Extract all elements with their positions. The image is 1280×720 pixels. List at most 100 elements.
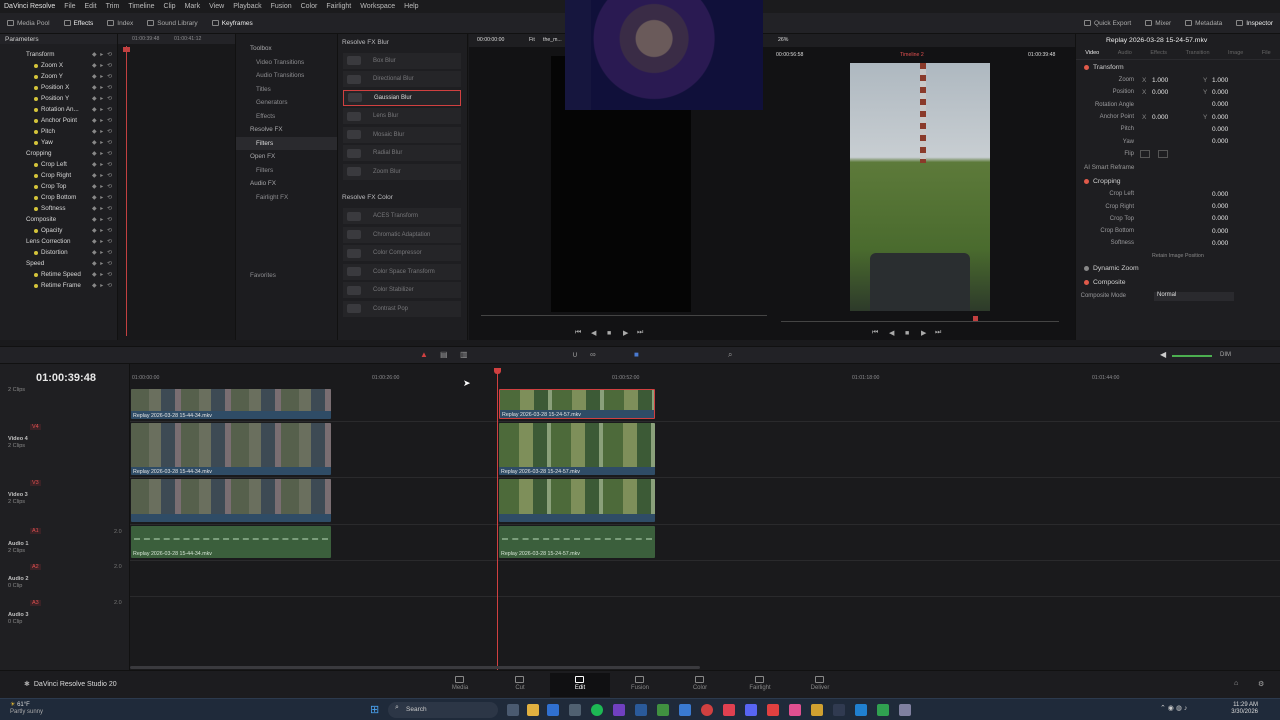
keyframe-row[interactable]: Yaw ◆ ▸ ⟲	[0, 137, 117, 148]
windows-start-icon[interactable]: ⊞	[370, 703, 379, 716]
menu-fusion[interactable]: Fusion	[271, 3, 292, 10]
mixer-button[interactable]: Mixer	[1138, 13, 1178, 34]
menu-timeline[interactable]: Timeline	[128, 3, 154, 10]
composite-mode-dropdown[interactable]: Normal	[1154, 291, 1234, 301]
taskbar-search-box[interactable]: Search	[388, 702, 498, 718]
program-scrub-bar[interactable]	[781, 321, 1059, 322]
menu-clip[interactable]: Clip	[164, 3, 176, 10]
app-icon[interactable]	[877, 704, 889, 716]
anchor-y-field[interactable]: 0.000	[1212, 114, 1228, 121]
timeline-tracks-area[interactable]: 01:00:00:00 01:00:26:00 01:00:52:00 01:0…	[130, 364, 1280, 670]
dynamic-zoom-section[interactable]: Dynamic Zoom	[1076, 262, 1280, 276]
davinci-resolve-icon[interactable]	[833, 704, 845, 716]
store-icon[interactable]	[547, 704, 559, 716]
page-fusion[interactable]: Fusion	[610, 673, 670, 697]
app-icon[interactable]	[899, 704, 911, 716]
program-first-frame-icon[interactable]: ⏮	[872, 329, 878, 337]
inspector-tab[interactable]: Image	[1228, 50, 1243, 56]
keyframe-graph-area[interactable]: 01:00:39:48 01:00:41:12	[118, 34, 236, 340]
timeline-clip[interactable]	[499, 479, 655, 522]
toolbox-item[interactable]: Audio Transitions	[236, 69, 337, 83]
discord-icon[interactable]	[745, 704, 757, 716]
source-first-frame-icon[interactable]: ⏮	[575, 329, 581, 337]
app-icon[interactable]	[657, 704, 669, 716]
timeline-clip[interactable]: Replay 2026-03-28 15-44-34.mkv	[131, 389, 331, 419]
app-icon[interactable]	[569, 704, 581, 716]
program-play-icon[interactable]: ▶	[921, 329, 926, 337]
keyframe-row[interactable]: Position Y ◆ ▸ ⟲	[0, 93, 117, 104]
menu-color[interactable]: Color	[301, 3, 318, 10]
inspector-button[interactable]: Inspector	[1229, 13, 1280, 34]
toolbox-item[interactable]: Resolve FX	[236, 123, 337, 137]
pitch-field[interactable]: 0.000	[1212, 126, 1228, 133]
section-enable-icon[interactable]	[1084, 280, 1089, 286]
menu-view[interactable]: View	[209, 3, 224, 10]
flip-horizontal-button[interactable]	[1140, 149, 1150, 158]
keyframe-controls-icon[interactable]: ◆ ▸ ⟲	[92, 271, 117, 278]
effect-item[interactable]: Color Stabilizer	[343, 282, 461, 298]
index-button[interactable]: Index	[100, 13, 140, 34]
section-enable-icon[interactable]	[1084, 178, 1089, 184]
clock[interactable]: 11:29 AM 3/30/2026	[1222, 702, 1258, 716]
inspector-tab[interactable]: Transition	[1186, 50, 1210, 56]
keyframe-row[interactable]: Zoom Y ◆ ▸ ⟲	[0, 71, 117, 82]
toolbox-item[interactable]: Titles	[236, 83, 337, 97]
effect-item[interactable]: Directional Blur	[343, 71, 461, 87]
source-last-frame-icon[interactable]: ⏭	[637, 329, 643, 337]
audio-clip[interactable]: Replay 2026-03-28 15-44-34.mkv	[131, 526, 331, 558]
source-reverse-icon[interactable]: ◀	[591, 329, 596, 337]
zoom-level[interactable]: 26%	[778, 37, 788, 43]
track-a3-id[interactable]: A3	[30, 600, 41, 606]
keyframe-controls-icon[interactable]: ◆ ▸ ⟲	[92, 128, 117, 135]
chrome-icon[interactable]	[701, 704, 713, 716]
keyframe-controls-icon[interactable]: ◆ ▸ ⟲	[92, 106, 117, 113]
keyframe-controls-icon[interactable]: ◆ ▸ ⟲	[92, 139, 117, 146]
timeline-name[interactable]: Timeline 2	[900, 52, 924, 58]
app-icon[interactable]	[789, 704, 801, 716]
effect-item[interactable]: Zoom Blur	[343, 163, 461, 180]
keyframe-controls-icon[interactable]: ◆ ▸ ⟲	[92, 117, 117, 124]
crop-value-field[interactable]: 0.000	[1212, 215, 1228, 222]
effect-item[interactable]: Mosaic Blur	[343, 126, 461, 143]
app-icon[interactable]	[855, 704, 867, 716]
source-stop-icon[interactable]: ■	[607, 330, 611, 337]
keyframe-controls-icon[interactable]: ◆ ▸ ⟲	[92, 161, 117, 168]
page-deliver[interactable]: Deliver	[790, 673, 850, 697]
file-explorer-icon[interactable]	[527, 704, 539, 716]
timeline-playhead[interactable]	[497, 370, 498, 670]
keyframe-controls-icon[interactable]: ◆ ▸ ⟲	[92, 51, 117, 58]
track-a2-id[interactable]: A2	[30, 564, 41, 570]
keyframe-row[interactable]: Composite ◆ ▸ ⟲	[0, 214, 117, 225]
app-icon[interactable]	[679, 704, 691, 716]
keyframe-controls-icon[interactable]: ◆ ▸ ⟲	[92, 205, 117, 212]
steam-icon[interactable]	[635, 704, 647, 716]
keyframe-playhead[interactable]	[126, 46, 127, 336]
toolbox-item[interactable]: Open FX	[236, 150, 337, 164]
task-view-icon[interactable]	[507, 704, 519, 716]
keyframe-row[interactable]: Crop Top ◆ ▸ ⟲	[0, 181, 117, 192]
toolbox-item[interactable]: Fairlight FX	[236, 191, 337, 205]
fit-dropdown[interactable]: Fit	[529, 37, 535, 43]
keyframe-controls-icon[interactable]: ◆ ▸ ⟲	[92, 238, 117, 245]
cropping-section[interactable]: Cropping	[1076, 174, 1280, 188]
transform-section[interactable]: Transform	[1076, 60, 1280, 74]
inspector-tab[interactable]: Effects	[1150, 50, 1167, 56]
toolbox-item[interactable]: Generators	[236, 96, 337, 110]
effect-item[interactable]: ACES Transform	[343, 208, 461, 224]
crop-value-field[interactable]: 0.000	[1212, 191, 1228, 198]
rotation-field[interactable]: 0.000	[1212, 101, 1228, 108]
menu-playback[interactable]: Playback	[233, 3, 261, 10]
flag-icon[interactable]: ■	[634, 350, 639, 359]
keyframe-controls-icon[interactable]: ◆ ▸ ⟲	[92, 227, 117, 234]
smart-reframe-section[interactable]: AI Smart Reframe	[1076, 160, 1280, 174]
keyframe-row[interactable]: Crop Right ◆ ▸ ⟲	[0, 170, 117, 181]
keyframe-row[interactable]: Opacity ◆ ▸ ⟲	[0, 225, 117, 236]
speaker-icon[interactable]: ◀	[1160, 350, 1166, 359]
yaw-field[interactable]: 0.000	[1212, 138, 1228, 145]
crop-value-field[interactable]: 0.000	[1212, 228, 1228, 235]
keyframe-controls-icon[interactable]: ◆ ▸ ⟲	[92, 62, 117, 69]
program-last-frame-icon[interactable]: ⏭	[935, 329, 941, 337]
tray-icons[interactable]: ⌃ ◉ ◍ ♪	[1160, 704, 1187, 712]
keyframe-controls-icon[interactable]: ◆ ▸ ⟲	[92, 73, 117, 80]
timeline-playhead-handle[interactable]	[494, 368, 501, 374]
